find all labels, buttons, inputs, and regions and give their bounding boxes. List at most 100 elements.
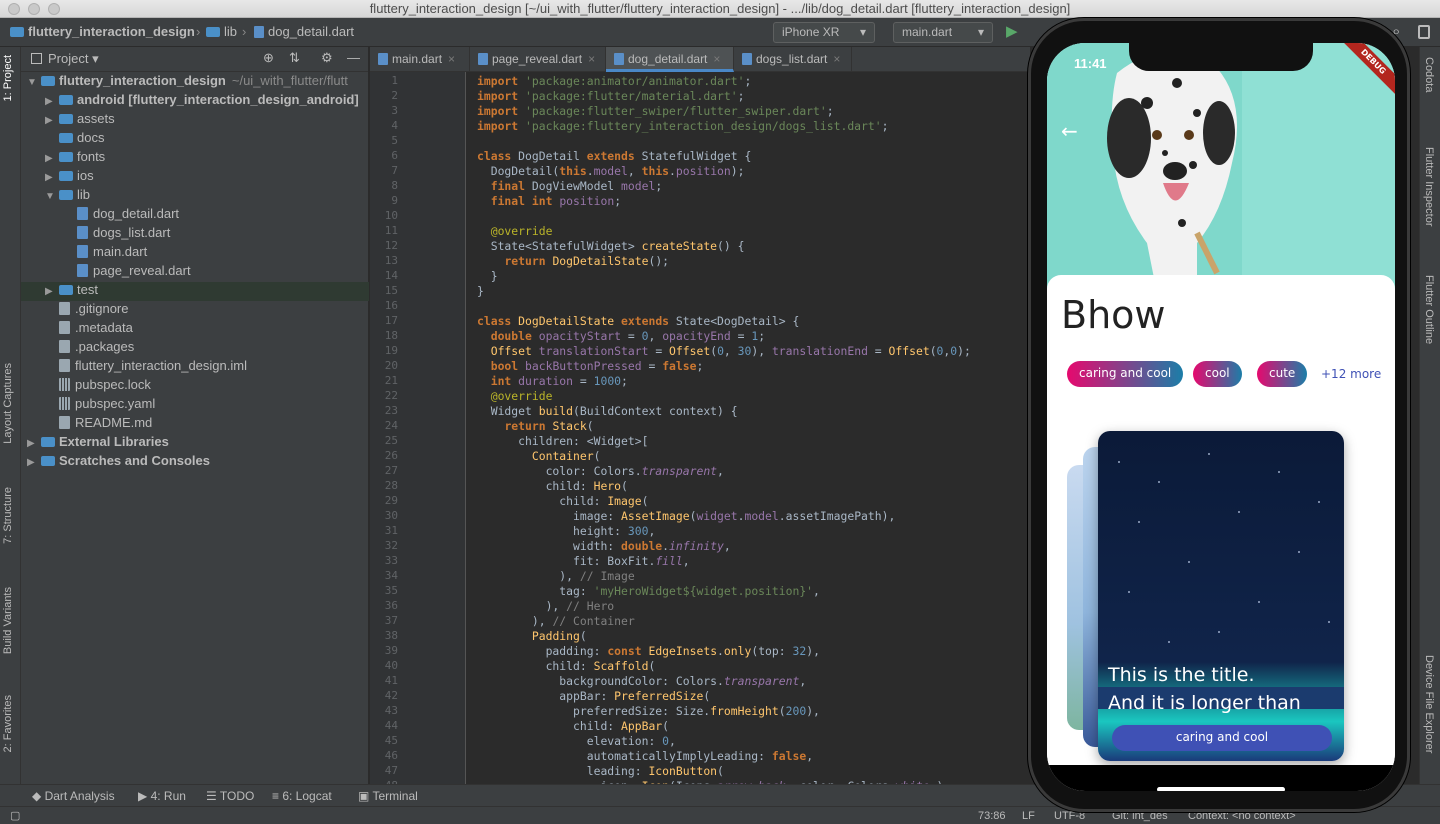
breadcrumb-file[interactable]: dog_detail.dart [254,24,354,39]
tab-flutter-outline[interactable]: Flutter Outline [1423,275,1435,344]
tab-dart-analysis[interactable]: ◆ Dart Analysis [32,789,115,803]
tree-item[interactable]: .gitignore [21,301,369,320]
chevron-right-icon[interactable]: ▶ [45,96,59,107]
file-icon [59,416,70,429]
tree-item[interactable]: docs [21,130,369,149]
device-selector[interactable]: iPhone XR ▾ [773,22,875,43]
tab-terminal[interactable]: ▣ Terminal [358,789,418,803]
star-dot [1158,481,1160,483]
line-number: 24 [384,419,398,432]
tab-structure[interactable]: 7: Structure [2,487,14,544]
dart-file-icon [77,264,88,277]
tree-item[interactable]: pubspec.lock [21,377,369,396]
tree-item[interactable]: ▼ fluttery_interaction_design ~/ui_with_fl… [21,73,369,92]
tree-item[interactable]: main.dart [21,244,369,263]
dart-file-icon [254,26,264,38]
tab-flutter-inspector[interactable]: Flutter Inspector [1423,147,1435,226]
tree-item[interactable]: ▶ android [fluttery_interaction_design_an… [21,92,369,111]
chevron-right-icon[interactable]: ▶ [45,115,59,126]
breadcrumb-lib[interactable]: lib [206,24,237,39]
more-tags-link[interactable]: +12 more [1321,367,1381,381]
line-number: 12 [384,239,398,252]
dart-file-icon [614,53,624,65]
close-icon[interactable]: × [713,52,720,66]
tree-item[interactable]: README.md [21,415,369,434]
tab-logcat[interactable]: ≡ 6: Logcat [272,789,332,803]
code-line: State<StatefulWidget> createState() { [477,239,745,253]
account-icon[interactable] [1418,25,1430,39]
tree-item[interactable]: dog_detail.dart [21,206,369,225]
close-icon[interactable]: × [588,52,595,66]
project-panel-title[interactable]: Project [48,51,88,66]
tag-chip[interactable]: cool [1193,361,1242,387]
line-separator[interactable]: LF [1022,810,1035,822]
run-icon[interactable]: ▶ [1006,22,1018,40]
tree-item[interactable]: ▶ fonts [21,149,369,168]
line-number: 23 [384,404,398,417]
line-number: 11 [384,224,398,237]
hide-icon[interactable]: — [347,50,360,65]
collapse-icon[interactable]: ⇅ [289,50,300,66]
dart-analysis-icon: ◆ [32,789,45,803]
tag-chip[interactable]: caring and cool [1067,361,1184,387]
home-indicator[interactable] [1157,787,1285,791]
chevron-right-icon[interactable]: ▶ [45,172,59,183]
chevron-right-icon[interactable]: ▶ [27,438,41,449]
tab-todo[interactable]: ☰ TODO [206,789,254,803]
tree-item[interactable]: ▶ Scratches and Consoles [21,453,369,472]
gear-icon[interactable]: ⚙ [321,50,333,66]
tab-codota[interactable]: Codota [1423,57,1435,92]
folder-icon [59,114,73,124]
tree-item-label: pubspec.lock [75,377,151,392]
tab-page-reveal-dart[interactable]: page_reveal.dart × [470,47,606,72]
code-line: Padding( [531,629,587,643]
chevron-right-icon[interactable]: ▶ [27,457,41,468]
tree-item[interactable]: fluttery_interaction_design.iml [21,358,369,377]
logcat-icon: ≡ [272,789,283,803]
chevron-right-icon[interactable]: ▶ [45,153,59,164]
tab-favorites[interactable]: 2: Favorites [2,695,14,752]
tool-windows-icon[interactable]: ▢ [10,809,20,822]
tag-chip[interactable]: cute [1257,361,1308,387]
tab-dog-detail-dart[interactable]: dog_detail.dart × [606,47,734,72]
tree-item[interactable]: ▶ External Libraries [21,434,369,453]
tree-item-label: ios [77,168,94,183]
run-config-selector[interactable]: main.dart ▾ [893,22,993,43]
tab-run[interactable]: ▶ 4: Run [138,789,186,803]
tree-item[interactable]: ▶ assets [21,111,369,130]
caret-position[interactable]: 73:86 [978,810,1006,822]
tree-item[interactable]: dogs_list.dart [21,225,369,244]
breadcrumb-project[interactable]: fluttery_interaction_design [10,24,195,39]
simulator-screen[interactable]: 11:41 DEBUG ← Bhow caring and cool cool … [1047,43,1395,791]
phone-notch [1129,43,1313,71]
folder-icon [59,152,73,162]
tab-dogs-list-dart[interactable]: dogs_list.dart × [734,47,852,72]
tab-device-file-explorer[interactable]: Device File Explorer [1423,655,1435,753]
chevron-down-icon[interactable]: ▼ [27,77,41,88]
tab-build-variants[interactable]: Build Variants [2,587,14,654]
tab-layout-captures[interactable]: Layout Captures [2,363,14,444]
locate-icon[interactable]: ⊕ [263,50,274,66]
tree-item-label: .gitignore [75,301,129,316]
swiper-card[interactable]: This is the title. And it is longer than… [1098,431,1344,761]
card-tag-chip[interactable]: caring and cool [1112,725,1332,751]
chevron-right-icon[interactable]: ▶ [45,286,59,297]
chevron-down-icon[interactable]: ▼ [45,191,59,202]
close-icon[interactable]: × [833,52,840,66]
tab-project[interactable]: 1: Project [2,55,14,101]
tree-item[interactable]: page_reveal.dart [21,263,369,282]
code-line: } [477,269,498,283]
tree-item-label: page_reveal.dart [93,263,191,278]
line-number: 34 [384,569,398,582]
code-editor[interactable]: import 'package:animator/animator.dart';… [466,72,1030,784]
line-number: 36 [384,599,398,612]
tree-item[interactable]: ▶ ios [21,168,369,187]
close-icon[interactable]: × [448,52,455,66]
tree-item[interactable]: .packages [21,339,369,358]
back-arrow-icon[interactable]: ← [1061,119,1078,143]
tree-item[interactable]: ▶ test [21,282,369,301]
tree-item[interactable]: ▼ lib [21,187,369,206]
tree-item[interactable]: .metadata [21,320,369,339]
tab-main-dart[interactable]: main.dart × [370,47,470,72]
tree-item[interactable]: pubspec.yaml [21,396,369,415]
